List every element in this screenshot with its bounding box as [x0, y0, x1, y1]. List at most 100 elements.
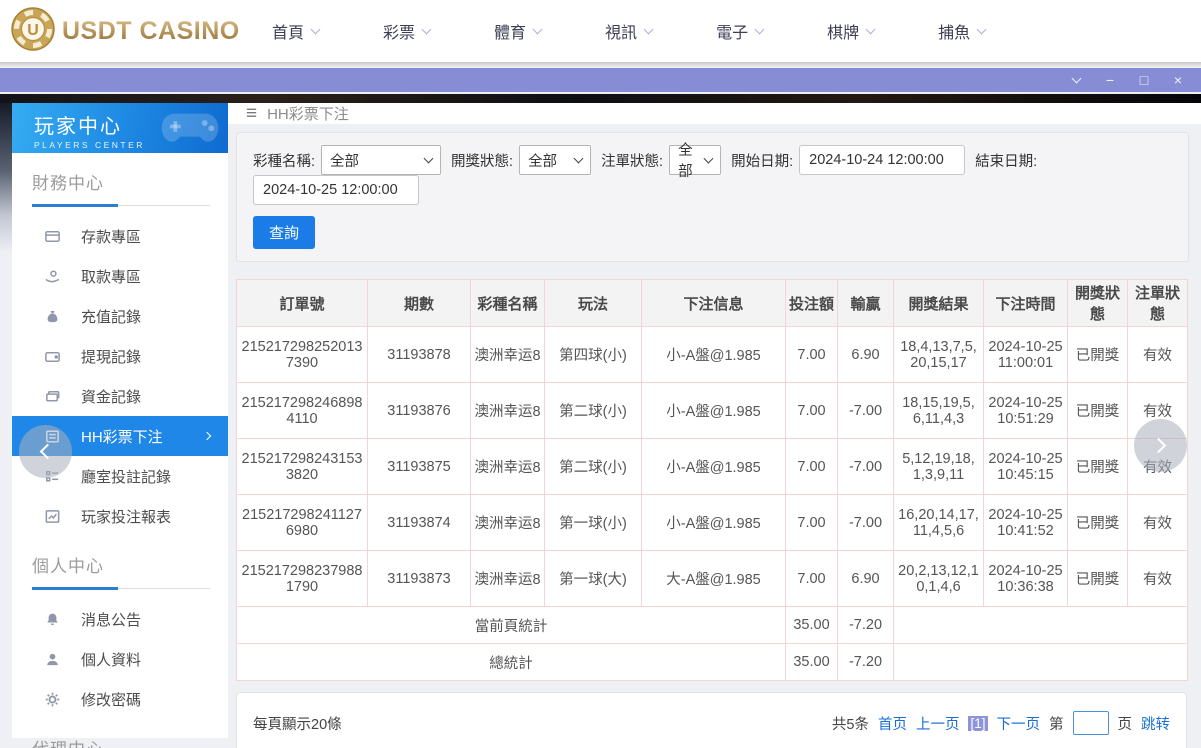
jump-button[interactable]: 跳转	[1141, 713, 1170, 734]
sidebar-collapse-button[interactable]	[19, 425, 72, 478]
summary-bet-total: 35.00	[785, 606, 838, 644]
sidebar-item-label: 存款專區	[81, 228, 142, 246]
table-row[interactable]: 2152172982431533820 31193875 澳洲幸运8 第二球(小…	[236, 438, 1188, 495]
col-order-status: 注單狀態	[1127, 279, 1188, 327]
cell-bet-time: 2024-10-25 10:41:52	[983, 494, 1068, 551]
order-status-select[interactable]: 全部	[669, 143, 722, 180]
gamepad-icon	[158, 107, 222, 152]
top-navigation: 首頁 彩票 體育 視訊 電子 棋牌 捕魚	[272, 19, 987, 43]
sidebar-item-profile[interactable]: 個人資料	[12, 639, 228, 679]
nav-item-slots[interactable]: 電子	[716, 19, 765, 43]
window-dropdown-icon[interactable]	[1069, 73, 1083, 87]
col-bet-time: 下注時間	[983, 279, 1068, 327]
prev-page-link[interactable]: 上一页	[916, 713, 960, 734]
sidebar-item-recharge-record[interactable]: 充值記錄	[12, 296, 228, 336]
end-date-label: 結束日期:	[975, 153, 1038, 170]
summary-empty	[893, 606, 1188, 644]
cell-draw-status: 已開獎	[1067, 550, 1128, 607]
chevron-down-icon	[643, 24, 654, 34]
draw-status-select[interactable]: 全部	[519, 145, 592, 175]
table-header-row: 訂單號 期數 彩種名稱 玩法 下注信息 投注額 輸贏 開獎結果 下注時間 開獎狀…	[236, 279, 1188, 327]
table-row[interactable]: 2152172982411276980 31193874 澳洲幸运8 第一球(小…	[236, 494, 1188, 551]
chevron-right-icon	[202, 431, 212, 441]
col-win-loss: 輸贏	[837, 279, 894, 327]
left-gutter	[0, 103, 12, 253]
person-icon	[44, 651, 61, 668]
sidebar-item-deposit[interactable]: 存款專區	[12, 216, 228, 256]
main-area: 玩家中心 PLAYERS CENTER 財務中心 存款專區 取款專區 充值記錄 …	[0, 103, 1201, 748]
cell-order-id: 2152172982411276980	[236, 494, 368, 551]
sidebar-items-personal: 消息公告 個人資料 修改密碼	[12, 599, 228, 719]
nav-label: 彩票	[383, 25, 416, 42]
hamburger-menu-icon[interactable]: ≡	[246, 104, 257, 123]
nav-item-lottery[interactable]: 彩票	[383, 19, 432, 43]
sidebar-item-label: 充值記錄	[81, 308, 142, 326]
table-row[interactable]: 2152172982468984110 31193876 澳洲幸运8 第二球(小…	[236, 382, 1188, 439]
cell-lottery-name: 澳洲幸运8	[470, 494, 545, 551]
sidebar: 玩家中心 PLAYERS CENTER 財務中心 存款專區 取款專區 充值記錄 …	[12, 103, 228, 748]
sidebar-item-withdrawal-record[interactable]: 提現記錄	[12, 336, 228, 376]
nav-label: 棋牌	[827, 25, 860, 42]
sidebar-item-player-report[interactable]: 玩家投注報表	[12, 496, 228, 536]
sidebar-item-funds-record[interactable]: 資金記錄	[12, 376, 228, 416]
cell-bet-time: 2024-10-25 11:00:01	[983, 326, 1068, 383]
summary-label: 當前頁統計	[236, 606, 786, 644]
search-button[interactable]: 查詢	[253, 216, 315, 249]
lottery-type-select[interactable]: 全部	[321, 145, 442, 175]
filter-panel: 彩種名稱: 全部 開獎狀態: 全部 注單狀態: 全部 開始日期: 2024-10…	[236, 132, 1189, 262]
cell-bet-time: 2024-10-25 10:51:29	[983, 382, 1068, 439]
page-jump-input[interactable]	[1072, 711, 1109, 735]
nav-item-home[interactable]: 首頁	[272, 19, 321, 43]
sidebar-item-withdraw[interactable]: 取款專區	[12, 256, 228, 296]
table-row[interactable]: 2152172982520137390 31193878 澳洲幸运8 第四球(小…	[236, 326, 1188, 383]
app-window: U USDT CASINO 首頁 彩票 體育 視訊 電子 棋牌 捕魚 − □ ×…	[0, 0, 1201, 748]
chevron-down-icon	[423, 153, 434, 163]
cell-draw-status: 已開獎	[1067, 382, 1128, 439]
cell-play-type: 第一球(小)	[544, 494, 642, 551]
chevron-down-icon	[310, 24, 321, 34]
end-date-input[interactable]	[253, 175, 419, 205]
nav-item-live[interactable]: 視訊	[605, 19, 654, 43]
page-summary-row: 當前頁統計 35.00 -7.20	[236, 606, 1188, 644]
first-page-link[interactable]: 首页	[878, 713, 907, 734]
content-area: ≡ HH彩票下注 彩種名稱: 全部 開獎狀態: 全部 注單狀態: 全部 開始日期…	[228, 103, 1201, 748]
start-date-input[interactable]	[799, 145, 966, 175]
logo[interactable]: U USDT CASINO	[10, 6, 250, 57]
section-underline	[32, 204, 210, 207]
sidebar-item-change-password[interactable]: 修改密碼	[12, 679, 228, 719]
window-minimize-icon[interactable]: −	[1103, 73, 1117, 87]
cell-play-type: 第二球(小)	[544, 438, 642, 495]
section-title: 代理中心	[32, 735, 210, 748]
nav-item-cards[interactable]: 棋牌	[827, 19, 876, 43]
cell-play-type: 第四球(小)	[544, 326, 642, 383]
sidebar-item-announcements[interactable]: 消息公告	[12, 599, 228, 639]
cell-bet-info: 大-A盤@1.985	[641, 550, 786, 607]
chart-report-icon	[44, 508, 61, 525]
table-body: 2152172982520137390 31193878 澳洲幸运8 第四球(小…	[236, 326, 1188, 681]
start-date-label: 開始日期:	[731, 153, 794, 170]
panel-expand-button[interactable]	[1134, 419, 1187, 472]
chevron-down-icon	[754, 24, 765, 34]
next-page-link[interactable]: 下一页	[997, 713, 1041, 734]
col-play-type: 玩法	[544, 279, 642, 327]
window-close-icon[interactable]: ×	[1171, 73, 1185, 87]
cell-win-loss: 6.90	[837, 550, 894, 607]
table-row[interactable]: 2152172982379881790 31193873 澳洲幸运8 第一球(大…	[236, 550, 1188, 607]
nav-item-sports[interactable]: 體育	[494, 19, 543, 43]
jump-suffix-label: 页	[1117, 716, 1133, 733]
cell-order-status: 有效	[1127, 494, 1188, 551]
cell-lottery-name: 澳洲幸运8	[470, 326, 545, 383]
logo-text: USDT CASINO	[62, 16, 240, 45]
grand-summary-row: 總統計 35.00 -7.20	[236, 643, 1188, 681]
chevron-down-icon	[573, 153, 584, 163]
sidebar-header: 玩家中心 PLAYERS CENTER	[12, 103, 228, 153]
banknotes-icon	[44, 388, 61, 405]
jump-prefix-label: 第	[1049, 716, 1064, 733]
chevron-down-icon	[865, 24, 876, 34]
window-maximize-icon[interactable]: □	[1137, 73, 1151, 87]
col-period: 期數	[367, 279, 471, 327]
deposit-card-icon	[44, 228, 61, 245]
col-order-id: 訂單號	[236, 279, 368, 327]
nav-item-fishing[interactable]: 捕魚	[938, 19, 987, 43]
cell-order-id: 2152172982431533820	[236, 438, 368, 495]
